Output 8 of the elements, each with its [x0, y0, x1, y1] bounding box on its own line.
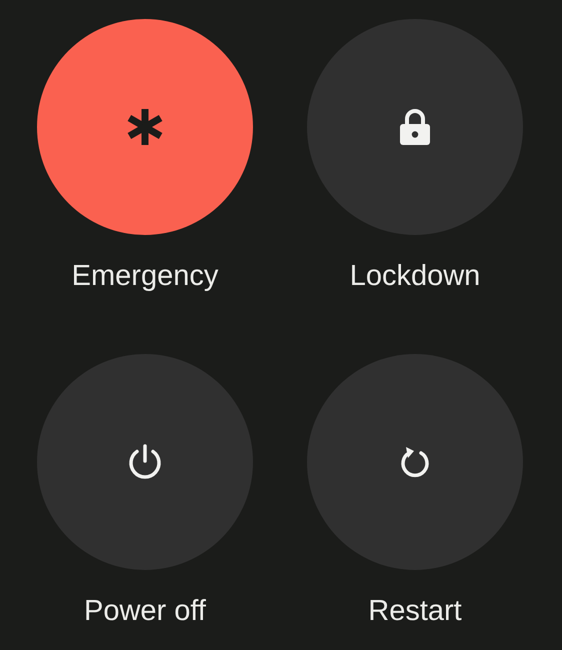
power-icon: [128, 444, 162, 480]
button-label: Lockdown: [350, 259, 480, 294]
button-label: Restart: [368, 594, 462, 629]
restart-icon: [399, 445, 431, 479]
asterisk-icon: [126, 108, 164, 146]
button-label: Power off: [84, 594, 206, 629]
button-label: Emergency: [72, 259, 218, 294]
lock-icon: [399, 109, 431, 145]
